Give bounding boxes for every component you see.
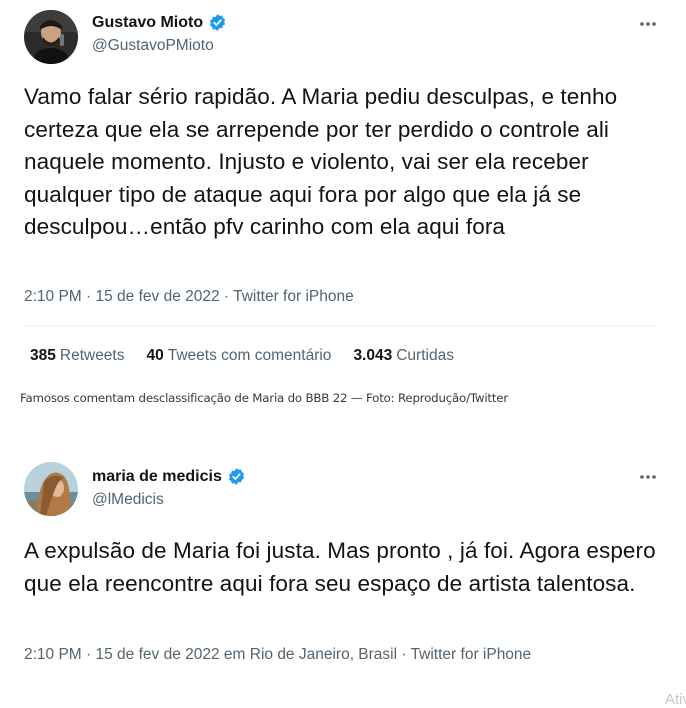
tweet-meta[interactable]: 2:10 PM · 15 de fev de 2022 · Twitter fo… [24,288,354,306]
retweets-stat[interactable]: 385 Retweets [30,347,125,365]
tweet-card-medicis: maria de medicis @lMedicis A expulsão de… [0,445,686,702]
more-options-icon[interactable] [638,467,658,487]
avatar[interactable] [24,462,78,516]
watermark-text: Ativ [664,691,686,708]
display-name-row: Gustavo Mioto [92,13,227,32]
display-name[interactable]: maria de medicis [92,468,222,486]
likes-count: 3.043 [353,347,393,364]
avatar[interactable] [24,10,78,64]
quotes-stat[interactable]: 40 Tweets com comentário [147,347,332,365]
display-name[interactable]: Gustavo Mioto [92,14,203,32]
verified-badge-icon [210,14,226,31]
quotes-count: 40 [146,347,164,364]
more-options-icon[interactable] [638,14,658,34]
avatar-image [24,462,78,516]
likes-stat[interactable]: 3.043 Curtidas [353,347,454,365]
retweets-count: 385 [30,347,56,364]
tweet-card-gustavo: Gustavo Mioto @GustavoPMioto Vamo falar … [0,0,686,380]
tweet-stats: 385 Retweets 40 Tweets com comentário 3.04… [30,347,454,365]
quotes-label: Tweets com comentário [167,347,332,364]
display-name-row: maria de medicis [92,467,246,486]
divider [24,325,658,326]
likes-label: Curtidas [396,347,454,364]
verified-badge-icon [228,468,244,485]
handle[interactable]: @lMedicis [92,491,164,509]
tweet-text: A expulsão de Maria foi justa. Mas pront… [24,538,656,596]
handle[interactable]: @GustavoPMioto [92,37,214,55]
retweets-label: Retweets [59,347,125,364]
tweet-text: Vamo falar sério rapidão. A Maria pediu … [24,84,618,239]
avatar-image [24,10,78,64]
image-caption: Famosos comentam desclassificação de Mar… [20,391,508,405]
tweet-meta[interactable]: 2:10 PM · 15 de fev de 2022 em Rio de Ja… [24,646,531,664]
